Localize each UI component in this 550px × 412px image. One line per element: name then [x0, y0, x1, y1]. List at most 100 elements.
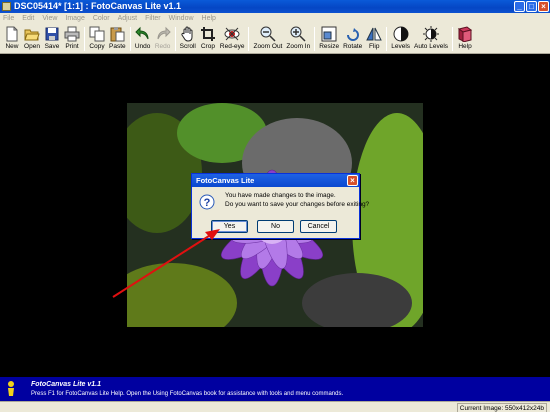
rotate-icon: [346, 28, 359, 41]
toolbar-separator: [386, 27, 388, 51]
floppy-disk-icon: [45, 27, 59, 41]
help-label: Help: [458, 43, 472, 50]
toolbar-separator: [248, 27, 250, 51]
menu-adjust[interactable]: Adjust: [118, 13, 137, 24]
flip-button[interactable]: Flip: [364, 24, 384, 54]
help-title: FotoCanvas Lite v1.1: [31, 381, 102, 388]
svg-text:?: ?: [204, 197, 211, 209]
current-image-info: Current Image: 550x412x24b: [456, 403, 547, 412]
levels-label: Levels: [391, 43, 411, 50]
menu-view[interactable]: View: [42, 13, 57, 24]
open-button[interactable]: Open: [22, 24, 42, 54]
crop-icon: [200, 27, 215, 41]
print-label: Print: [65, 43, 79, 50]
zoom-in-icon: [290, 26, 306, 42]
new-button[interactable]: New: [2, 24, 22, 54]
maximize-button[interactable]: □: [526, 1, 537, 12]
zoom-in-label: Zoom In: [286, 43, 311, 50]
auto-levels-icon: [423, 26, 440, 42]
print-button[interactable]: Print: [62, 24, 82, 54]
resize-label: Resize: [319, 43, 340, 50]
redo-label: Redo: [154, 43, 171, 50]
flip-label: Flip: [369, 43, 380, 50]
toolbar-separator: [174, 27, 176, 51]
toolbar-separator: [314, 27, 316, 51]
status-bar: Current Image: 550x412x24b: [0, 401, 550, 412]
paste-button[interactable]: Paste: [107, 24, 128, 54]
rotate-label: Rotate: [343, 43, 363, 50]
paste-label: Paste: [109, 43, 126, 50]
hand-icon: [181, 26, 193, 42]
rotate-button[interactable]: Rotate: [341, 24, 364, 54]
menu-color[interactable]: Color: [93, 13, 110, 24]
copy-label: Copy: [89, 43, 105, 50]
window-title: DSC05414* [1:1] : FotoCanvas Lite v1.1: [14, 1, 182, 11]
redo-button[interactable]: Redo: [153, 24, 173, 54]
toolbar: New Open Save Print Copy Paste Undo Redo…: [0, 24, 550, 54]
auto-levels-button[interactable]: Auto Levels: [412, 24, 450, 54]
zoom-out-label: Zoom Out: [253, 43, 283, 50]
dialog-title: FotoCanvas Lite: [196, 176, 255, 185]
paste-icon: [110, 27, 125, 42]
help-text: Press F1 for FotoCanvas Lite Help. Open …: [31, 391, 344, 397]
title-bar: DSC05414* [1:1] : FotoCanvas Lite v1.1 _…: [0, 0, 550, 13]
red-eye-icon: [224, 27, 240, 41]
info-icon: [8, 381, 14, 396]
menu-bar: File Edit View Image Color Adjust Filter…: [0, 13, 550, 24]
open-label: Open: [24, 43, 40, 50]
dialog-message-line-2: Do you want to save your changes before …: [225, 201, 370, 208]
toolbar-separator: [84, 27, 85, 51]
auto-levels-label: Auto Levels: [414, 43, 449, 50]
toolbar-separator: [452, 27, 454, 51]
dialog-title-bar: FotoCanvas Lite ×: [192, 174, 359, 187]
flip-icon: [366, 27, 383, 41]
close-button[interactable]: ×: [538, 1, 549, 12]
dialog-close-button[interactable]: ×: [347, 175, 358, 186]
copy-button[interactable]: Copy: [87, 24, 107, 54]
undo-button[interactable]: Undo: [133, 24, 153, 54]
menu-filter[interactable]: Filter: [145, 13, 161, 24]
red-eye-button[interactable]: Red-eye: [218, 24, 247, 54]
save-button[interactable]: Save: [42, 24, 62, 54]
copy-icon: [89, 26, 105, 42]
save-changes-dialog: FotoCanvas Lite × ? You have made change…: [191, 173, 369, 239]
open-folder-icon: [24, 29, 40, 41]
scroll-button[interactable]: Scroll: [178, 24, 198, 54]
question-icon: ?: [199, 194, 215, 210]
window-controls: _ □ ×: [514, 1, 549, 12]
undo-label: Undo: [134, 43, 151, 50]
resize-button[interactable]: Resize: [317, 24, 341, 54]
menu-image[interactable]: Image: [65, 13, 84, 24]
minimize-button[interactable]: _: [514, 1, 525, 12]
cancel-button[interactable]: Cancel: [300, 220, 337, 233]
menu-file[interactable]: File: [3, 13, 14, 24]
scroll-label: Scroll: [179, 43, 196, 50]
menu-edit[interactable]: Edit: [22, 13, 34, 24]
menu-help[interactable]: Help: [202, 13, 216, 24]
app-icon: [2, 2, 11, 11]
printer-icon: [64, 26, 80, 42]
toolbar-separator: [129, 27, 131, 51]
zoom-out-button[interactable]: Zoom Out: [251, 24, 284, 54]
yes-button[interactable]: Yes: [211, 220, 248, 233]
dialog-message-line-1: You have made changes to the image.: [225, 192, 336, 199]
crop-button[interactable]: Crop: [198, 24, 218, 54]
save-label: Save: [44, 43, 60, 50]
levels-button[interactable]: Levels: [389, 24, 412, 54]
undo-arrow-icon: [134, 26, 149, 40]
zoom-in-button[interactable]: Zoom In: [284, 24, 312, 54]
new-label: New: [5, 43, 19, 50]
no-button[interactable]: No: [257, 220, 294, 233]
menu-window[interactable]: Window: [169, 13, 194, 24]
resize-icon: [321, 26, 337, 42]
new-document-icon: [6, 26, 18, 42]
zoom-out-icon: [260, 26, 276, 42]
help-book-icon: [457, 26, 473, 42]
help-panel: FotoCanvas Lite v1.1 Press F1 for FotoCa…: [0, 377, 550, 401]
redo-arrow-icon: [157, 26, 171, 40]
dialog-message: You have made changes to the image. Do y…: [225, 191, 369, 209]
help-button[interactable]: Help: [455, 24, 475, 54]
red-eye-label: Red-eye: [219, 43, 245, 50]
levels-icon: [393, 26, 409, 42]
crop-label: Crop: [200, 43, 215, 50]
